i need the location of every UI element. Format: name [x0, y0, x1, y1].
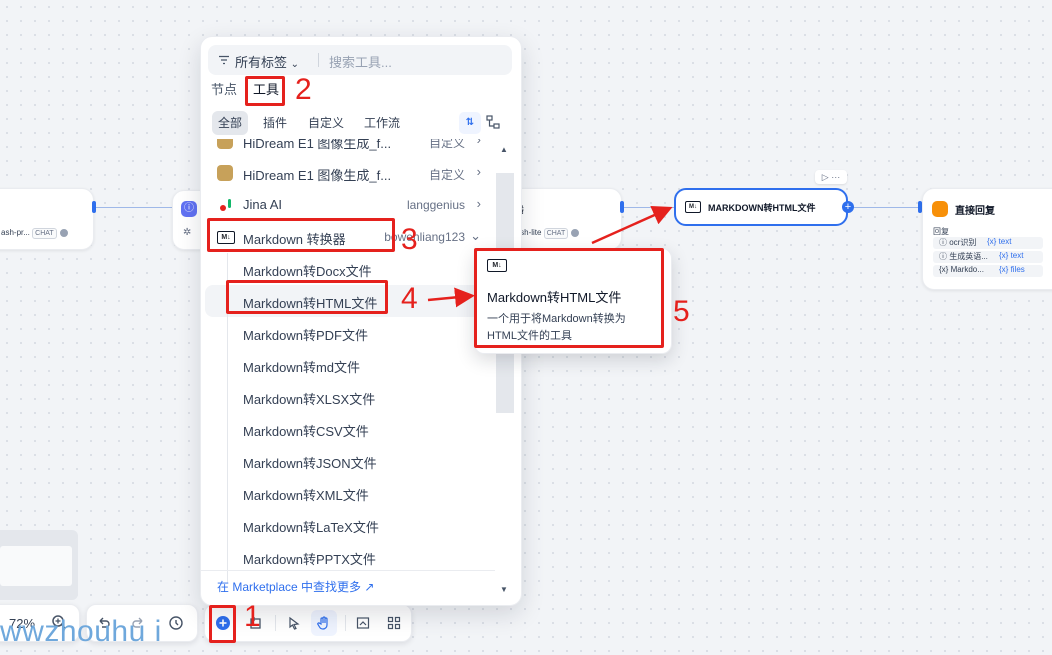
- annotation-arrow-4: [427, 287, 475, 308]
- annotation-arrow-5: [591, 205, 673, 245]
- annotation-arrows: [427, 205, 673, 308]
